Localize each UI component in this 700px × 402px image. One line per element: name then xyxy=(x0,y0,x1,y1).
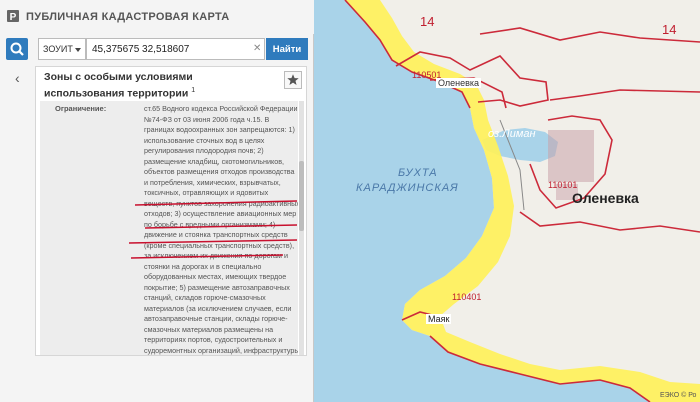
map-label-bay-2: КАРАДЖИНСКАЯ xyxy=(356,182,459,194)
map-label-mayak: Маяк xyxy=(426,314,452,324)
map-copyright: ЕЭКО © Ро xyxy=(660,392,697,399)
cadastre-logo-icon: P xyxy=(7,10,19,23)
annotation-underlines xyxy=(128,200,298,259)
map-label-oleneвka-small: Оленевка xyxy=(436,78,482,88)
chevron-left-icon[interactable]: ‹ xyxy=(15,70,20,86)
app-title: ПУБЛИЧНАЯ КАДАСТРОВАЯ КАРТА xyxy=(26,11,230,23)
map-label-110401: 110401 xyxy=(452,292,482,302)
chevron-down-icon xyxy=(75,48,81,52)
close-icon[interactable]: ✕ xyxy=(253,43,261,54)
map-label-110101: 110101 xyxy=(548,180,578,190)
search-input[interactable] xyxy=(86,38,265,60)
search-bar: ЗОУИТ ✕ Найти xyxy=(0,36,314,62)
find-button[interactable]: Найти xyxy=(266,38,308,60)
search-icon[interactable] xyxy=(6,38,28,60)
app-header: P ПУБЛИЧНАЯ КАДАСТРОВАЯ КАРТА xyxy=(0,0,314,34)
left-panel: P ПУБЛИЧНАЯ КАДАСТРОВАЯ КАРТА ЗОУИТ ✕ На… xyxy=(0,0,314,402)
map-label-bay-1: БУХТА xyxy=(398,167,438,179)
svg-text:P: P xyxy=(10,12,17,23)
search-type-select[interactable]: ЗОУИТ xyxy=(38,38,86,60)
map-label-14a: 14 xyxy=(420,14,435,29)
map-label-village: Оленевка xyxy=(572,190,639,206)
map-label-14b: 14 xyxy=(662,22,677,37)
search-type-value: ЗОУИТ xyxy=(43,44,73,54)
map-label-lake: оз.Лиман xyxy=(488,128,536,140)
